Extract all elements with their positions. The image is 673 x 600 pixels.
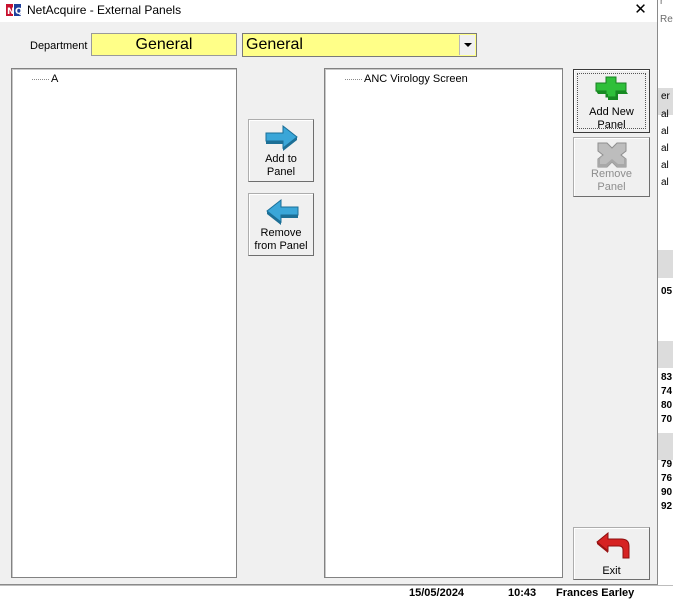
add-new-panel-button[interactable]: Add New Panel: [573, 69, 650, 133]
background-cell: al: [661, 160, 669, 171]
background-name: Frances Earley: [556, 587, 635, 599]
background-cell: 05: [661, 286, 673, 297]
department-select-value: General: [246, 36, 303, 53]
background-cell: 70: [661, 414, 673, 425]
add-to-panel-button[interactable]: Add to Panel: [248, 119, 314, 182]
background-date: 15/05/2024: [409, 587, 465, 599]
add-to-panel-label: Add to Panel: [265, 153, 297, 178]
department-label: Department: [30, 40, 88, 52]
panel-tests-tree[interactable]: ANC Virology Screen: [324, 68, 563, 578]
background-cell: er: [661, 91, 670, 102]
arrow-left-icon: [266, 198, 299, 225]
tree-item-label: A: [51, 73, 59, 85]
available-tests-tree[interactable]: A: [11, 68, 237, 578]
background-cell: 74: [661, 386, 673, 397]
remove-icon: [597, 142, 627, 168]
background-cell: 92: [661, 501, 673, 512]
background-header-fragment: r: [660, 0, 664, 7]
tree-item[interactable]: A: [32, 73, 58, 85]
tree-connector: [345, 78, 362, 80]
close-button[interactable]: ✕: [624, 0, 657, 22]
remove-from-panel-button[interactable]: Remove from Panel: [248, 193, 314, 256]
plus-icon: [595, 76, 628, 100]
add-new-panel-label: Add New Panel: [589, 106, 634, 131]
tree-item-label: ANC Virology Screen: [364, 73, 468, 85]
exit-button[interactable]: Exit: [573, 527, 650, 580]
background-cell: 83: [661, 372, 673, 383]
background-cell: 80: [661, 400, 673, 411]
background-table-row: 15/05/2024 10:43 Frances Earley: [0, 585, 673, 600]
background-cell: 90: [661, 487, 673, 498]
tree-connector: [32, 78, 49, 80]
background-band: [658, 250, 673, 278]
svg-text:N: N: [7, 7, 15, 17]
remove-panel-label: Remove Panel: [591, 168, 632, 193]
background-time: 10:43: [508, 587, 537, 599]
department-display: General: [91, 33, 237, 56]
background-band: [658, 341, 673, 368]
tree-item[interactable]: ANC Virology Screen: [345, 73, 468, 85]
exit-label: Exit: [602, 565, 621, 577]
app-logo-icon: N Q: [6, 4, 22, 17]
svg-text:Q: Q: [15, 7, 22, 17]
chevron-down-icon[interactable]: [459, 35, 475, 55]
remove-panel-button[interactable]: Remove Panel: [573, 137, 650, 197]
remove-from-panel-label: Remove from Panel: [254, 227, 308, 252]
background-band: [658, 433, 673, 460]
background-cell: al: [661, 143, 669, 154]
background-cell: al: [661, 126, 669, 137]
exit-arrow-icon: [596, 532, 630, 559]
title-bar: N Q NetAcquire - External Panels ✕: [0, 0, 657, 22]
background-cell: 79: [661, 459, 673, 470]
close-icon: ✕: [634, 1, 647, 18]
background-cell: al: [661, 109, 669, 120]
arrow-right-icon: [265, 124, 298, 151]
window-title: NetAcquire - External Panels: [27, 3, 182, 17]
background-cell: 76: [661, 473, 673, 484]
background-header-fragment: Re: [660, 14, 673, 25]
background-cell: al: [661, 177, 669, 188]
external-panels-dialog: N Q NetAcquire - External Panels ✕ Depar…: [0, 0, 658, 585]
department-select[interactable]: General: [242, 33, 477, 57]
